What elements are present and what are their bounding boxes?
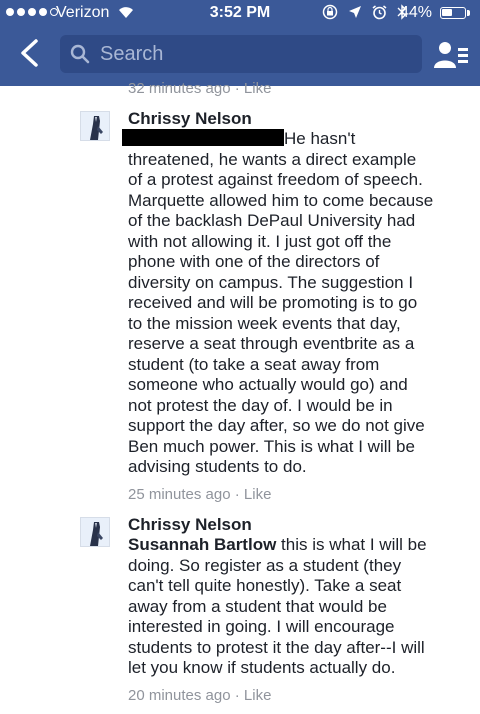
comment: Chrissy Nelson Susannah Bartlow this is …: [128, 515, 474, 704]
comment-line: of the backlash DePaul University had: [128, 211, 416, 230]
comment-line: He hasn't: [122, 129, 474, 150]
search-icon: [70, 44, 90, 64]
meta-separator: ·: [234, 80, 240, 97]
back-arrow-icon[interactable]: [16, 38, 42, 68]
battery-icon: [440, 7, 470, 19]
comment-body: Susannah Bartlow this is what I will be …: [128, 535, 474, 679]
comment-line: doing. So register as a student (they: [128, 555, 402, 575]
comment-line: Marquette allowed him to come because: [128, 190, 434, 210]
avatar[interactable]: [80, 111, 110, 141]
comment-line: phone with one of the directors of: [128, 252, 380, 271]
comment-timestamp: 25 minutes ago: [128, 485, 231, 503]
like-link[interactable]: Like: [244, 80, 272, 97]
comment-meta: 20 minutes ago · Like: [128, 687, 474, 704]
alarm-icon: [372, 4, 387, 19]
comment: Chrissy Nelson He hasn't threatened, he …: [122, 109, 474, 503]
comment-line: advising students to do.: [128, 457, 307, 476]
comment-body: He hasn't threatened, he wants a direct …: [122, 129, 474, 478]
comment-line: interested in going. I will encourage: [128, 617, 395, 636]
profile-photo-icon: [81, 518, 109, 546]
search-input[interactable]: Search: [60, 35, 422, 73]
profile-photo-icon: [81, 112, 109, 140]
comment-line: away from a student that would be: [128, 596, 387, 616]
location-icon: [349, 6, 361, 18]
comment-line: Ben much power. This is what I will be: [128, 436, 415, 456]
previous-comment-meta: 32 minutes ago · Like: [128, 80, 271, 97]
comment-line: diversity on campus. The suggestion I: [128, 272, 414, 292]
rotation-lock-icon: [322, 4, 338, 20]
comment-line: can't tell quite honestly). Take a seat: [128, 576, 402, 595]
comment-line: with not allowing it. I just got off the: [128, 231, 392, 251]
comment-author[interactable]: Chrissy Nelson: [128, 515, 474, 535]
comment-author[interactable]: Chrissy Nelson: [128, 109, 474, 129]
comment-line: students to protest it the day after--I …: [128, 637, 425, 657]
comment-line: let you know if students actually do.: [128, 658, 396, 677]
meta-separator: ·: [234, 485, 240, 503]
comment-line: threatened, he wants a direct example: [128, 149, 417, 169]
comment-line: to the mission week events that day,: [128, 313, 401, 333]
redaction-bar: [122, 129, 284, 146]
meta-separator: ·: [234, 686, 240, 704]
comment-line: someone who actually would go) and: [128, 375, 408, 394]
comment-line: reserve a seat through eventbrite as a: [128, 334, 415, 353]
like-link[interactable]: Like: [244, 486, 272, 503]
comment-line: not protest the day of. I would be in: [128, 395, 393, 415]
status-bar: Verizon 3:52 PM 44%: [0, 0, 480, 26]
comment-line: received and will be promoting is to go: [128, 293, 418, 312]
battery-percentage: 44%: [400, 4, 433, 21]
comment-line: Susannah Bartlow this is what I will be: [128, 535, 427, 554]
top-bar: Verizon 3:52 PM 44% Search: [0, 0, 480, 86]
avatar[interactable]: [80, 517, 110, 547]
friend-requests-icon[interactable]: [434, 40, 468, 70]
like-link[interactable]: Like: [244, 687, 272, 704]
comment-line: support the day after, so we do not give: [128, 416, 425, 435]
comment-timestamp: 32 minutes ago: [128, 80, 231, 97]
comment-meta: 25 minutes ago · Like: [128, 486, 474, 503]
search-placeholder: Search: [100, 43, 164, 65]
mention-link[interactable]: Susannah Bartlow: [128, 535, 276, 554]
comment-timestamp: 20 minutes ago: [128, 686, 231, 704]
comment-line: student (to take a seat away from: [128, 354, 380, 374]
comment-line: of a protest against freedom of speech.: [128, 170, 423, 189]
